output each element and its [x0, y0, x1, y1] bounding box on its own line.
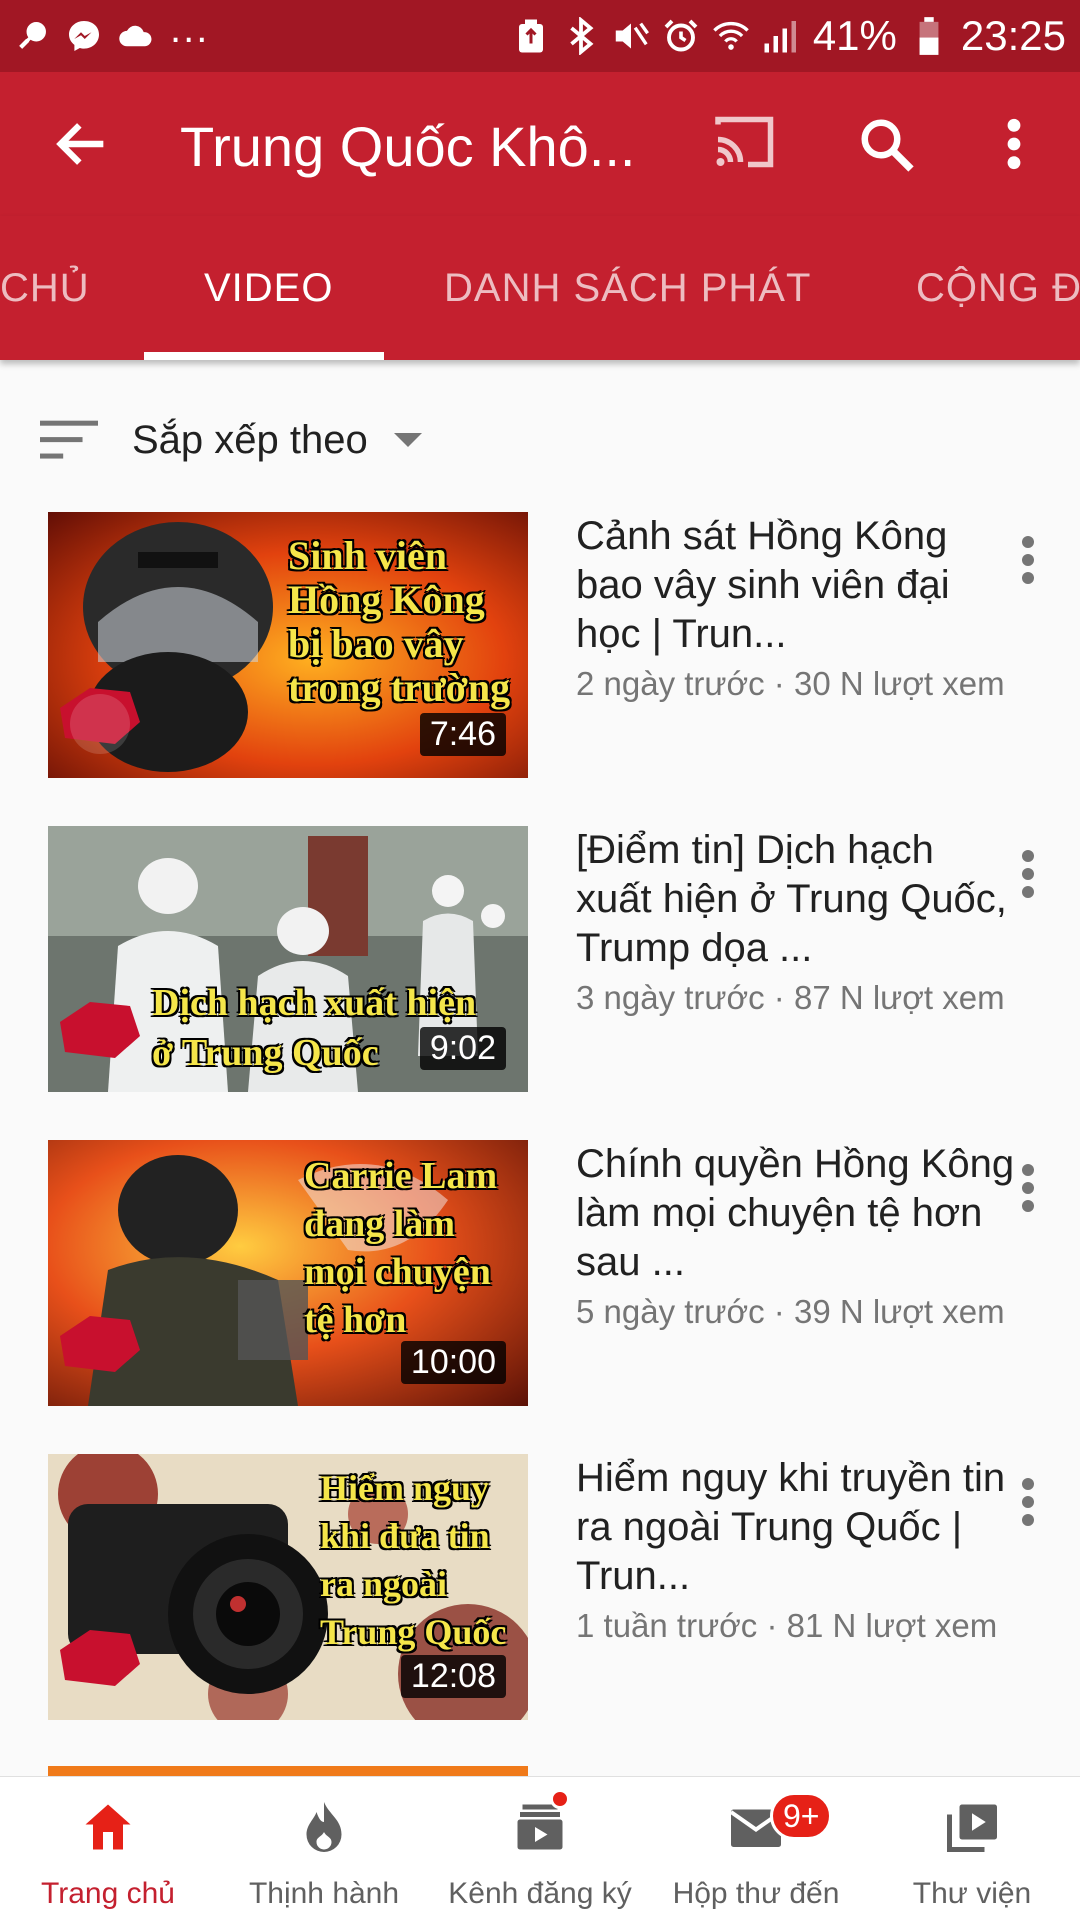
- mute-icon: [613, 18, 649, 54]
- thumbnail-caption: Hiểm nguy khi đưa tin ra ngoài Trung Quố…: [320, 1468, 507, 1652]
- sort-label: Sắp xếp theo: [132, 417, 368, 462]
- video-info: Hiểm nguy khi truyền tin ra ngoài Trung …: [576, 1454, 1016, 1645]
- battery-icon: [911, 17, 947, 55]
- video-info: Chính quyền Hồng Kông làm mọi chuyện tệ …: [576, 1140, 1016, 1331]
- cast-button[interactable]: [708, 112, 778, 172]
- video-duration: 10:00: [400, 1341, 506, 1384]
- messenger-icon: [66, 18, 102, 54]
- wifi-icon: [713, 18, 749, 54]
- video-title[interactable]: Hiểm nguy khi truyền tin ra ngoài Trung …: [576, 1454, 1016, 1601]
- sort-icon: [40, 420, 98, 459]
- video-duration: 12:08: [400, 1655, 506, 1698]
- nav-label: Kênh đăng ký: [448, 1877, 632, 1910]
- dropdown-caret-icon: [393, 433, 422, 447]
- video-thumbnail[interactable]: Carrie Lam đang làm mọi chuyện tệ hơn 10…: [48, 1140, 528, 1406]
- more-vert-icon: [1022, 850, 1034, 898]
- thumbnail-caption: Carrie Lam đang làm mọi chuyện tệ hơn: [304, 1155, 498, 1341]
- library-icon: [947, 1804, 997, 1852]
- video-item[interactable]: Hiểm nguy khi đưa tin ra ngoài Trung Quố…: [0, 1454, 1080, 1724]
- screen: ... 41% 23:25 Trung Quốc Khô... CHỦ VIDE…: [0, 0, 1080, 1920]
- video-info: Cảnh sát Hồng Kông bao vây sinh viên đại…: [576, 512, 1016, 703]
- new-content-dot: [550, 1789, 570, 1809]
- video-menu-button[interactable]: [1020, 534, 1036, 586]
- alarm-icon: [663, 18, 699, 54]
- video-meta: 5 ngày trước · 39 N lượt xem: [576, 1293, 1005, 1330]
- cloud-icon: [118, 18, 154, 54]
- nav-home[interactable]: Trang chủ: [0, 1777, 216, 1920]
- search-icon: [861, 119, 914, 172]
- bottom-navigation: Trang chủ Thịnh hành Kênh đăng ký Hộp th…: [0, 1776, 1080, 1920]
- more-vert-icon: [1022, 536, 1034, 584]
- video-menu-button[interactable]: [1020, 1476, 1036, 1528]
- nav-label: Thư viện: [912, 1877, 1032, 1910]
- inbox-badge: 9+: [770, 1792, 833, 1840]
- video-thumbnail[interactable]: Dịch hạch xuất hiện ở Trung Quốc 9:02: [48, 826, 528, 1092]
- video-title[interactable]: [Điểm tin] Dịch hạch xuất hiện ở Trung Q…: [576, 826, 1016, 973]
- bluetooth-icon: [563, 17, 599, 55]
- signal-icon: [763, 18, 799, 54]
- video-duration: 7:46: [419, 713, 506, 756]
- channel-tabs: CHỦ VIDEO DANH SÁCH PHÁT CỘNG ĐỒ: [0, 216, 1080, 360]
- app-bar: Trung Quốc Khô...: [0, 72, 1080, 216]
- tab-playlists[interactable]: DANH SÁCH PHÁT: [444, 266, 811, 311]
- tab-community[interactable]: CỘNG ĐỒ: [916, 266, 1080, 311]
- channel-title: Trung Quốc Khô...: [180, 115, 636, 178]
- mic-icon: [14, 18, 50, 54]
- video-thumbnail[interactable]: Hiểm nguy khi đưa tin ra ngoài Trung Quố…: [48, 1454, 528, 1720]
- more-vert-icon: [1007, 118, 1021, 170]
- video-menu-button[interactable]: [1020, 1162, 1036, 1214]
- nav-label: Trang chủ: [41, 1877, 175, 1910]
- overflow-indicator: ...: [170, 6, 210, 51]
- trending-icon: [306, 1802, 342, 1852]
- status-bar: ... 41% 23:25: [0, 0, 1080, 72]
- video-meta: 1 tuần trước · 81 N lượt xem: [576, 1607, 998, 1644]
- thumbnail-caption: Sinh viên Hồng Kông bị bao vây trong trư…: [288, 533, 511, 710]
- video-item[interactable]: Dịch hạch xuất hiện ở Trung Quốc 9:02 [Đ…: [0, 826, 1080, 1096]
- clock: 23:25: [960, 12, 1066, 59]
- home-icon: [85, 1804, 131, 1850]
- nav-library[interactable]: Thư viện: [864, 1777, 1080, 1920]
- video-menu-button[interactable]: [1020, 848, 1036, 900]
- video-info: [Điểm tin] Dịch hạch xuất hiện ở Trung Q…: [576, 826, 1016, 1017]
- tab-video[interactable]: VIDEO: [204, 266, 333, 311]
- video-thumbnail[interactable]: Sinh viên Hồng Kông bị bao vây trong trư…: [48, 512, 528, 778]
- video-meta: 2 ngày trước · 30 N lượt xem: [576, 665, 1005, 702]
- more-vert-icon: [1022, 1164, 1034, 1212]
- nav-trending[interactable]: Thịnh hành: [216, 1777, 432, 1920]
- video-item[interactable]: Carrie Lam đang làm mọi chuyện tệ hơn 10…: [0, 1140, 1080, 1410]
- search-button[interactable]: [856, 114, 916, 174]
- video-item[interactable]: Sinh viên Hồng Kông bị bao vây trong trư…: [0, 512, 1080, 782]
- back-arrow-icon: [56, 123, 104, 165]
- more-vert-icon: [1022, 1478, 1034, 1526]
- tab-home[interactable]: CHỦ: [0, 266, 90, 311]
- sort-dropdown[interactable]: Sắp xếp theo: [40, 400, 422, 480]
- recycle-icon: [513, 18, 549, 54]
- video-duration: 9:02: [419, 1027, 506, 1070]
- nav-inbox[interactable]: Hộp thư đến: [648, 1777, 864, 1920]
- back-button[interactable]: [50, 112, 114, 176]
- battery-percent: 41%: [812, 12, 897, 59]
- cast-icon: [715, 116, 774, 168]
- nav-label: Thịnh hành: [248, 1877, 400, 1910]
- nav-label: Hộp thư đến: [672, 1877, 840, 1910]
- more-options-button[interactable]: [998, 112, 1030, 176]
- video-title[interactable]: Chính quyền Hồng Kông làm mọi chuyện tệ …: [576, 1140, 1016, 1287]
- nav-subscriptions[interactable]: Kênh đăng ký: [432, 1777, 648, 1920]
- tab-indicator: [144, 352, 384, 360]
- video-meta: 3 ngày trước · 87 N lượt xem: [576, 979, 1005, 1016]
- video-title[interactable]: Cảnh sát Hồng Kông bao vây sinh viên đại…: [576, 512, 1016, 659]
